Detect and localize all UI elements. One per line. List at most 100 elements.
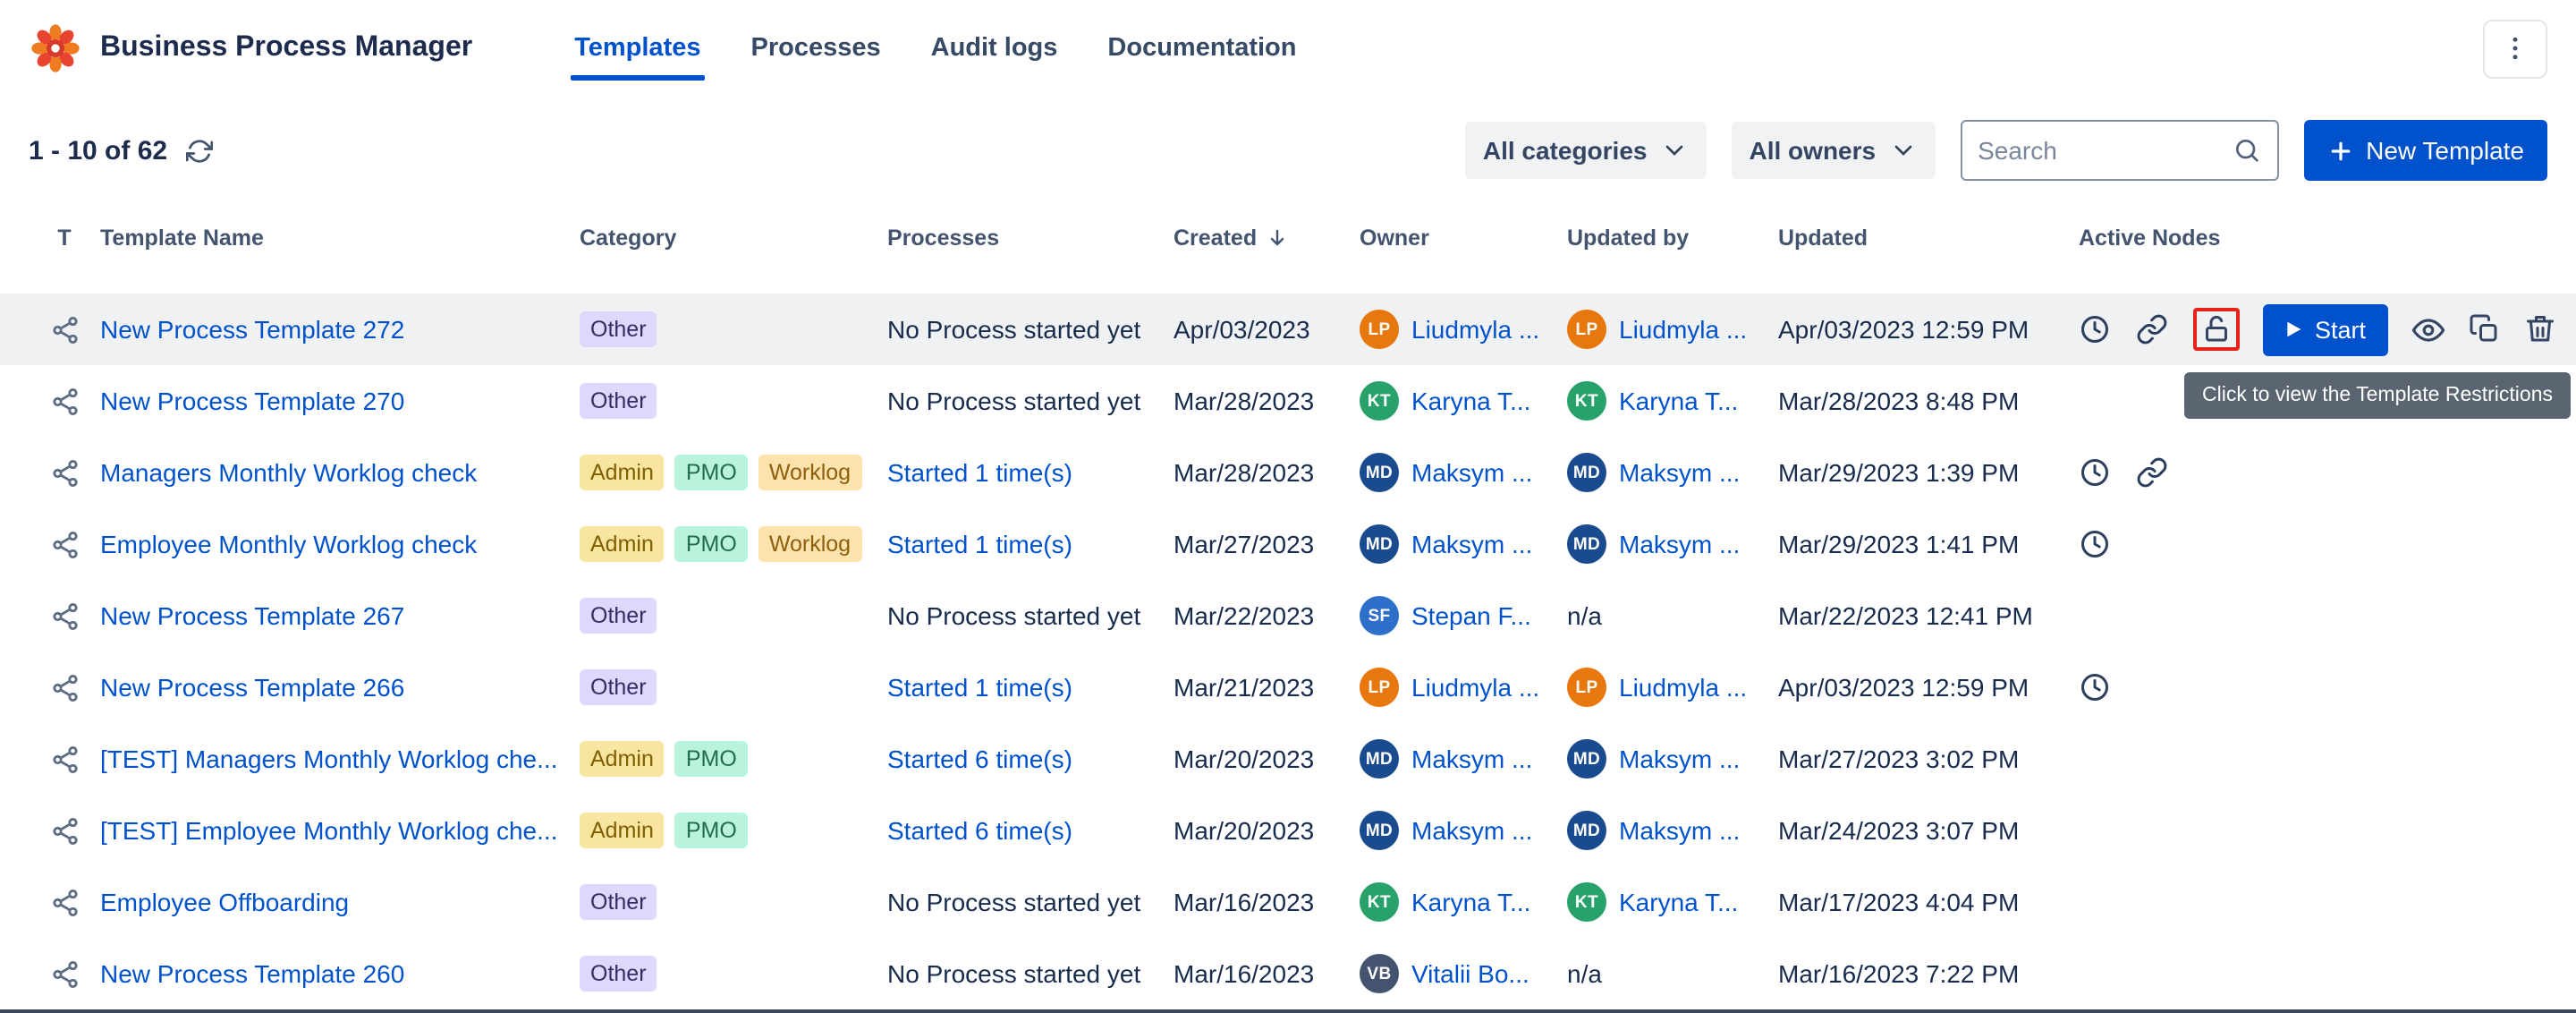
- process-template-icon: [49, 386, 80, 416]
- user-avatar: LP: [1567, 310, 1606, 349]
- refresh-icon[interactable]: [185, 137, 212, 164]
- link-icon[interactable]: [2136, 456, 2168, 489]
- table-row[interactable]: Employee Monthly Worklog check AdminPMOW…: [0, 508, 2576, 580]
- column-updated[interactable]: Updated: [1778, 226, 2079, 251]
- tab-processes[interactable]: Processes: [732, 0, 901, 97]
- column-category[interactable]: Category: [580, 226, 887, 251]
- user-link[interactable]: Maksym ...: [1619, 458, 1740, 487]
- pagination-count: 1 - 10 of 62: [29, 135, 167, 166]
- user-avatar: KT: [1567, 882, 1606, 922]
- template-type-cell: [29, 958, 100, 989]
- owner-cell: KTKaryna T...: [1360, 381, 1567, 421]
- created-cell: Mar/27/2023: [1174, 530, 1360, 558]
- processes-cell: No Process started yet: [887, 601, 1174, 630]
- user-link[interactable]: Liudmyla ...: [1619, 315, 1747, 344]
- table-row[interactable]: New Process Template 266 Other Started 1…: [0, 651, 2576, 723]
- user-link[interactable]: Maksym ...: [1619, 530, 1740, 558]
- column-type[interactable]: T: [29, 226, 100, 251]
- table-row[interactable]: New Process Template 267 Other No Proces…: [0, 580, 2576, 651]
- table-row[interactable]: Managers Monthly Worklog check AdminPMOW…: [0, 437, 2576, 508]
- column-updated-by[interactable]: Updated by: [1567, 226, 1778, 251]
- user-link[interactable]: Vitalii Bo...: [1411, 959, 1530, 988]
- processes-link[interactable]: Started 1 time(s): [887, 673, 1174, 702]
- user-link[interactable]: Liudmyla ...: [1411, 673, 1539, 702]
- template-name-link[interactable]: New Process Template 260: [100, 959, 404, 988]
- process-template-icon: [49, 457, 80, 488]
- table-row[interactable]: [TEST] Employee Monthly Worklog che... A…: [0, 795, 2576, 866]
- kebab-icon: [2499, 32, 2531, 64]
- clock-icon[interactable]: [2079, 528, 2111, 560]
- created-cell: Mar/28/2023: [1174, 458, 1360, 487]
- column-created[interactable]: Created: [1174, 226, 1360, 251]
- eye-icon[interactable]: [2411, 312, 2445, 346]
- clock-icon[interactable]: [2079, 671, 2111, 703]
- user-link[interactable]: Karyna T...: [1619, 888, 1738, 916]
- user-link[interactable]: Karyna T...: [1619, 387, 1738, 415]
- template-name-link[interactable]: [TEST] Managers Monthly Worklog che...: [100, 745, 557, 773]
- template-name-link[interactable]: [TEST] Employee Monthly Worklog che...: [100, 816, 557, 845]
- category-chip: PMO: [675, 526, 748, 562]
- table-row[interactable]: Employee Offboarding Other No Process st…: [0, 866, 2576, 938]
- user-link[interactable]: Liudmyla ...: [1411, 315, 1539, 344]
- user-link[interactable]: Maksym ...: [1411, 458, 1532, 487]
- trash-icon[interactable]: [2523, 313, 2555, 345]
- user-link[interactable]: Maksym ...: [1619, 745, 1740, 773]
- template-name-link[interactable]: Employee Offboarding: [100, 888, 349, 916]
- clock-icon[interactable]: [2079, 313, 2111, 345]
- template-name-link[interactable]: Managers Monthly Worklog check: [100, 458, 477, 487]
- user-avatar: LP: [1360, 668, 1399, 707]
- owners-filter[interactable]: All owners: [1732, 122, 1936, 179]
- template-name-cell: [TEST] Managers Monthly Worklog che...: [100, 745, 580, 773]
- category-cell: Other: [580, 956, 887, 992]
- tab-documentation[interactable]: Documentation: [1088, 0, 1316, 97]
- template-name-link[interactable]: New Process Template 272: [100, 315, 404, 344]
- new-template-button[interactable]: New Template: [2303, 120, 2547, 181]
- user-link[interactable]: Stepan F...: [1411, 601, 1531, 630]
- template-name-link[interactable]: Employee Monthly Worklog check: [100, 530, 477, 558]
- clock-icon[interactable]: [2079, 456, 2111, 489]
- created-cell: Mar/21/2023: [1174, 673, 1360, 702]
- processes-link[interactable]: Started 6 time(s): [887, 816, 1174, 845]
- start-button[interactable]: Start: [2263, 303, 2387, 355]
- template-name-link[interactable]: New Process Template 270: [100, 387, 404, 415]
- user-link[interactable]: Maksym ...: [1411, 745, 1532, 773]
- created-cell: Apr/03/2023: [1174, 315, 1360, 344]
- process-template-icon: [49, 744, 80, 774]
- user-link[interactable]: Maksym ...: [1411, 530, 1532, 558]
- copy-icon[interactable]: [2468, 313, 2500, 345]
- user-link[interactable]: Karyna T...: [1411, 387, 1530, 415]
- table-row[interactable]: [TEST] Managers Monthly Worklog che... A…: [0, 723, 2576, 795]
- user-link[interactable]: Maksym ...: [1411, 816, 1532, 845]
- link-icon[interactable]: [2136, 313, 2168, 345]
- template-name-cell: Employee Offboarding: [100, 888, 580, 916]
- owner-cell: KTKaryna T...: [1360, 882, 1567, 922]
- template-name-link[interactable]: New Process Template 267: [100, 601, 404, 630]
- user-avatar: MD: [1567, 453, 1606, 492]
- tab-templates[interactable]: Templates: [555, 0, 720, 97]
- table-row[interactable]: New Process Template 260 Other No Proces…: [0, 938, 2576, 1009]
- user-link[interactable]: Liudmyla ...: [1619, 673, 1747, 702]
- processes-link[interactable]: Started 1 time(s): [887, 458, 1174, 487]
- more-options-button[interactable]: [2483, 19, 2547, 78]
- template-name-link[interactable]: New Process Template 266: [100, 673, 404, 702]
- process-template-icon: [49, 314, 80, 345]
- processes-link[interactable]: Started 6 time(s): [887, 745, 1174, 773]
- search-input[interactable]: [1978, 136, 2232, 165]
- template-name-cell: New Process Template 260: [100, 959, 580, 988]
- tab-audit-logs[interactable]: Audit logs: [911, 0, 1078, 97]
- categories-filter[interactable]: All categories: [1465, 122, 1707, 179]
- column-owner[interactable]: Owner: [1360, 226, 1567, 251]
- template-type-cell: [29, 314, 100, 345]
- search-box: [1960, 120, 2278, 181]
- created-cell: Mar/20/2023: [1174, 816, 1360, 845]
- lock-icon[interactable]: [2200, 313, 2233, 345]
- user-link[interactable]: Maksym ...: [1619, 816, 1740, 845]
- column-template-name[interactable]: Template Name: [100, 226, 580, 251]
- updated-by-cell: LPLiudmyla ...: [1567, 668, 1778, 707]
- processes-cell: No Process started yet: [887, 315, 1174, 344]
- table-row[interactable]: New Process Template 272 Other No Proces…: [0, 294, 2576, 365]
- user-avatar: KT: [1567, 381, 1606, 421]
- processes-link[interactable]: Started 1 time(s): [887, 530, 1174, 558]
- column-processes[interactable]: Processes: [887, 226, 1174, 251]
- user-link[interactable]: Karyna T...: [1411, 888, 1530, 916]
